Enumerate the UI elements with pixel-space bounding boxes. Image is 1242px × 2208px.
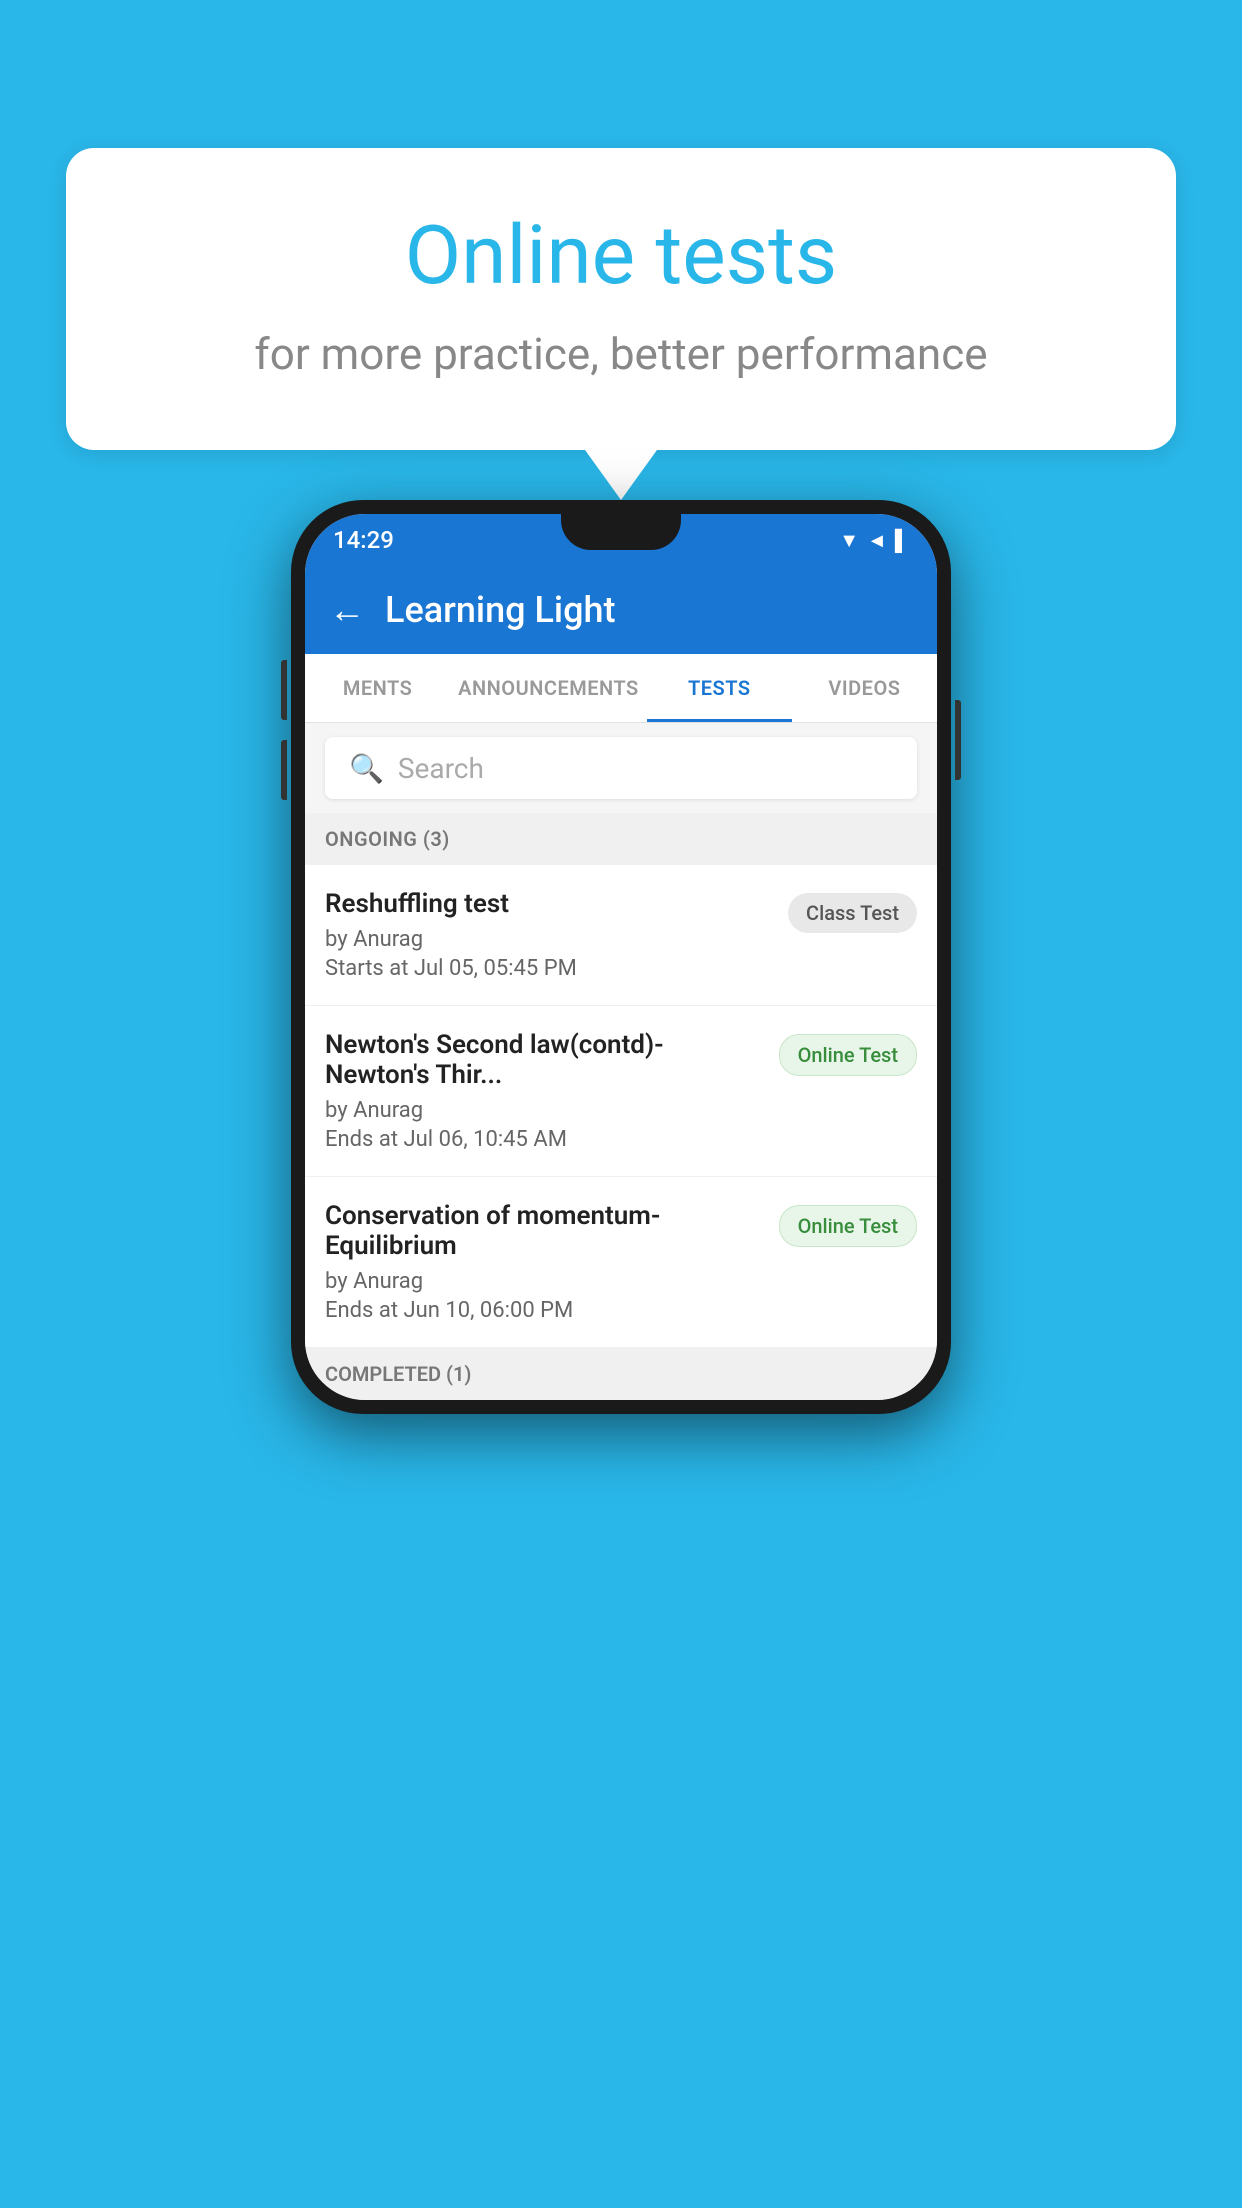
test-info: Reshuffling test by Anurag Starts at Jul… xyxy=(325,889,772,981)
test-time: Starts at Jul 05, 05:45 PM xyxy=(325,956,772,981)
test-name: Reshuffling test xyxy=(325,889,772,919)
battery-icon: ▌ xyxy=(895,528,909,553)
test-badge: Online Test xyxy=(779,1034,917,1076)
tab-ments[interactable]: MENTS xyxy=(305,654,450,722)
status-time: 14:29 xyxy=(333,526,394,554)
test-name: Newton's Second law(contd)-Newton's Thir… xyxy=(325,1030,763,1090)
completed-section-header: COMPLETED (1) xyxy=(305,1348,937,1400)
test-badge: Class Test xyxy=(788,893,917,933)
tab-tests[interactable]: TESTS xyxy=(647,654,792,722)
test-name: Conservation of momentum-Equilibrium xyxy=(325,1201,763,1261)
signal-icon: ◄ xyxy=(867,528,887,553)
search-icon: 🔍 xyxy=(349,752,384,785)
phone-outer: 14:29 ▼ ◄ ▌ ← Learning Light MENTS ANNOU… xyxy=(291,500,951,1414)
speech-bubble-arrow xyxy=(585,450,657,500)
app-title: Learning Light xyxy=(385,589,615,631)
test-info: Conservation of momentum-Equilibrium by … xyxy=(325,1201,763,1323)
test-item[interactable]: Newton's Second law(contd)-Newton's Thir… xyxy=(305,1006,937,1177)
wifi-icon: ▼ xyxy=(839,528,859,553)
speech-bubble: Online tests for more practice, better p… xyxy=(66,148,1176,450)
power-button xyxy=(955,700,961,780)
test-author: by Anurag xyxy=(325,1269,763,1294)
speech-bubble-title: Online tests xyxy=(146,208,1096,304)
test-author: by Anurag xyxy=(325,927,772,952)
tab-videos[interactable]: VIDEOS xyxy=(792,654,937,722)
volume-up-button xyxy=(281,660,287,720)
volume-down-button xyxy=(281,740,287,800)
test-info: Newton's Second law(contd)-Newton's Thir… xyxy=(325,1030,763,1152)
phone-screen: 14:29 ▼ ◄ ▌ ← Learning Light MENTS ANNOU… xyxy=(305,514,937,1400)
test-author: by Anurag xyxy=(325,1098,763,1123)
phone-container: 14:29 ▼ ◄ ▌ ← Learning Light MENTS ANNOU… xyxy=(291,500,951,1414)
search-placeholder: Search xyxy=(398,752,484,785)
tab-announcements[interactable]: ANNOUNCEMENTS xyxy=(450,654,647,722)
test-item[interactable]: Conservation of momentum-Equilibrium by … xyxy=(305,1177,937,1348)
search-container: 🔍 Search xyxy=(305,723,937,813)
test-list: Reshuffling test by Anurag Starts at Jul… xyxy=(305,865,937,1348)
test-badge: Online Test xyxy=(779,1205,917,1247)
ongoing-section-header: ONGOING (3) xyxy=(305,813,937,865)
speech-bubble-subtitle: for more practice, better performance xyxy=(146,328,1096,380)
tabs-container: MENTS ANNOUNCEMENTS TESTS VIDEOS xyxy=(305,654,937,723)
app-bar: ← Learning Light xyxy=(305,566,937,654)
notch xyxy=(561,514,681,550)
status-icons: ▼ ◄ ▌ xyxy=(839,528,909,553)
search-bar[interactable]: 🔍 Search xyxy=(325,737,917,799)
back-button[interactable]: ← xyxy=(329,589,365,631)
test-item[interactable]: Reshuffling test by Anurag Starts at Jul… xyxy=(305,865,937,1006)
test-time: Ends at Jul 06, 10:45 AM xyxy=(325,1127,763,1152)
status-bar: 14:29 ▼ ◄ ▌ xyxy=(305,514,937,566)
test-time: Ends at Jun 10, 06:00 PM xyxy=(325,1298,763,1323)
speech-bubble-container: Online tests for more practice, better p… xyxy=(66,148,1176,500)
